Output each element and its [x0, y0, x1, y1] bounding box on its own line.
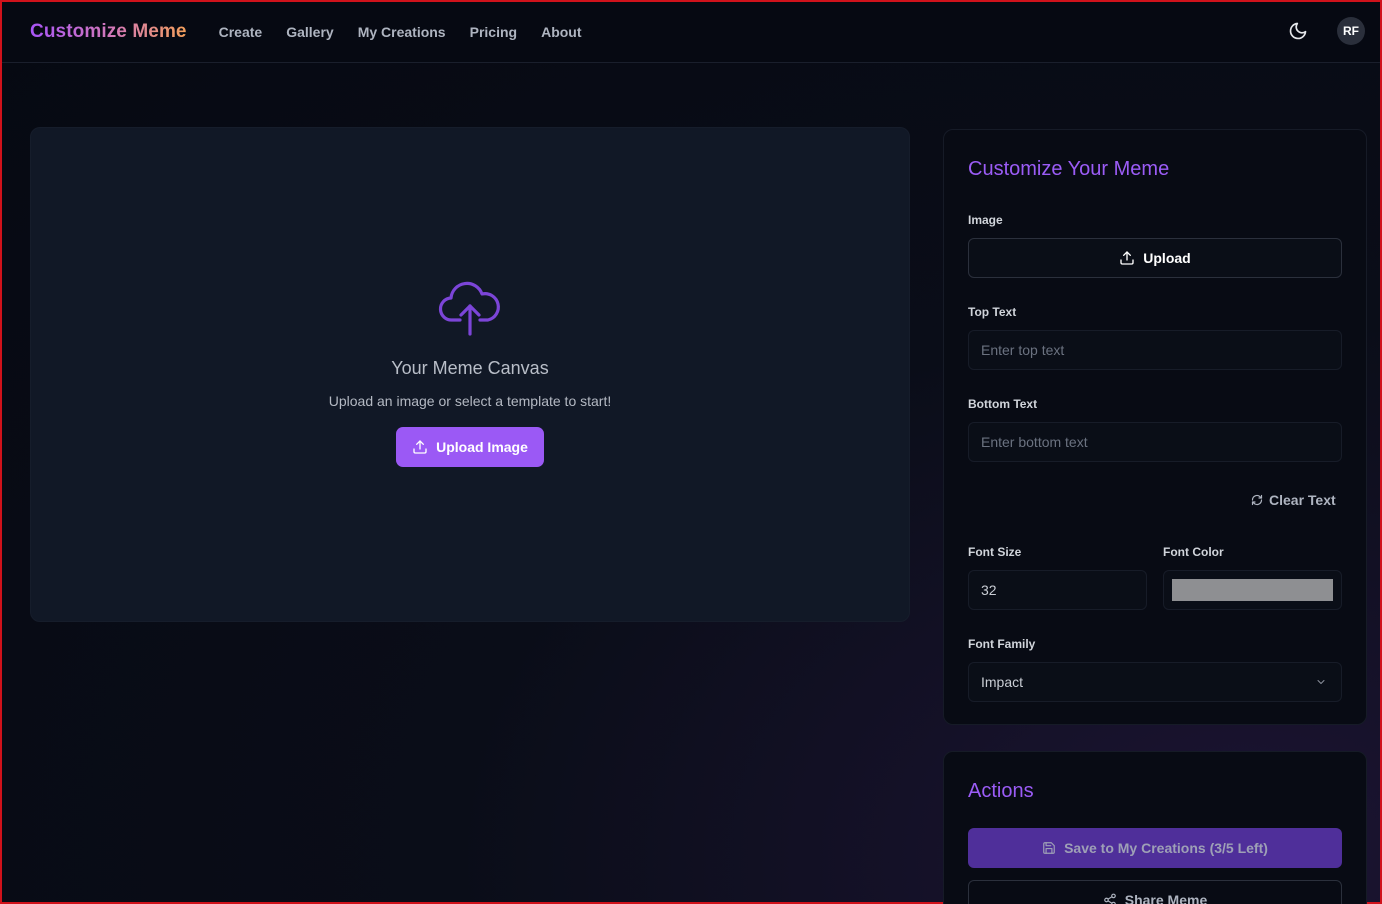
- share-icon: [1103, 893, 1116, 904]
- upload-icon: [413, 440, 427, 454]
- font-size-input[interactable]: 32: [968, 570, 1147, 610]
- nav-about[interactable]: About: [541, 24, 581, 40]
- upload-icon: [1120, 251, 1134, 265]
- actions-heading: Actions: [968, 780, 1034, 802]
- meme-canvas: Your Meme Canvas Upload an image or sele…: [30, 127, 910, 622]
- nav-create[interactable]: Create: [219, 24, 263, 40]
- canvas-empty-state: Your Meme Canvas Upload an image or sele…: [31, 278, 909, 467]
- brand-logo[interactable]: Customize Meme: [30, 21, 187, 43]
- nav-pricing[interactable]: Pricing: [470, 24, 517, 40]
- share-label: Share Meme: [1124, 892, 1208, 904]
- customize-panel: Customize Your Meme Image Upload Top Tex…: [943, 129, 1367, 725]
- avatar[interactable]: RF: [1337, 17, 1365, 45]
- moon-icon[interactable]: [1288, 21, 1308, 41]
- refresh-icon: [1251, 494, 1263, 506]
- nav-my-creations[interactable]: My Creations: [358, 24, 446, 40]
- bottom-text-label: Bottom Text: [968, 397, 1038, 411]
- canvas-title: Your Meme Canvas: [391, 358, 549, 378]
- top-text-input[interactable]: Enter top text: [968, 330, 1342, 370]
- upload-label: Upload: [1143, 250, 1191, 266]
- font-family-select[interactable]: Impact: [968, 662, 1342, 702]
- top-text-label: Top Text: [968, 305, 1017, 319]
- upload-image-label: Upload Image: [436, 439, 528, 455]
- chevron-down-icon: [1317, 680, 1325, 684]
- main-nav: Create Gallery My Creations Pricing Abou…: [219, 24, 582, 40]
- actions-panel: Actions Save to My Creations (3/5 Left) …: [943, 751, 1367, 904]
- font-family-label: Font Family: [968, 637, 1036, 651]
- clear-text-button[interactable]: Clear Text: [1251, 492, 1336, 508]
- cloud-upload-icon: [438, 281, 500, 336]
- font-color-label: Font Color: [1163, 545, 1224, 559]
- font-color-swatch: [1172, 579, 1333, 601]
- save-button[interactable]: Save to My Creations (3/5 Left): [968, 828, 1342, 868]
- clear-text-label: Clear Text: [1269, 492, 1336, 508]
- font-size-label: Font Size: [968, 545, 1022, 559]
- nav-gallery[interactable]: Gallery: [286, 24, 333, 40]
- customize-heading: Customize Your Meme: [968, 158, 1170, 180]
- font-family-value: Impact: [981, 674, 1024, 690]
- font-color-picker[interactable]: [1163, 570, 1342, 610]
- image-label: Image: [968, 213, 1003, 227]
- save-label: Save to My Creations (3/5 Left): [1064, 840, 1268, 856]
- share-button[interactable]: Share Meme: [968, 880, 1342, 904]
- save-icon: [1043, 842, 1055, 854]
- canvas-subtitle: Upload an image or select a template to …: [328, 393, 612, 409]
- bottom-text-input[interactable]: Enter bottom text: [968, 422, 1342, 462]
- upload-image-button[interactable]: Upload Image: [396, 427, 544, 467]
- upload-button[interactable]: Upload: [968, 238, 1342, 278]
- top-navbar: Customize Meme Create Gallery My Creatio…: [2, 2, 1380, 63]
